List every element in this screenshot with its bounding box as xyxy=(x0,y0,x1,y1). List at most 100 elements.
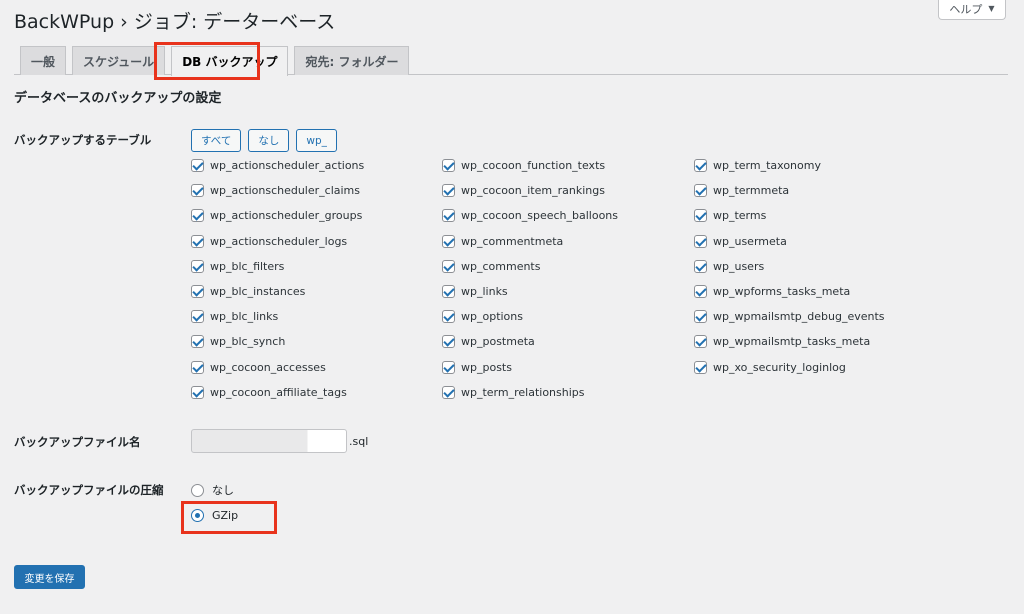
checkbox[interactable] xyxy=(694,159,707,173)
checkbox[interactable] xyxy=(191,285,204,299)
filename-row: .sql xyxy=(191,429,368,453)
table-checkbox-item[interactable]: wp_wpmailsmtp_debug_events xyxy=(694,304,951,329)
table-name-label: wp_blc_links xyxy=(210,310,279,324)
table-checkbox-item[interactable]: wp_commentmeta xyxy=(442,229,694,254)
tab-destination-folder[interactable]: 宛先: フォルダー xyxy=(294,46,410,75)
checkbox[interactable] xyxy=(442,285,455,299)
table-checkbox-item[interactable]: wp_posts xyxy=(442,355,694,380)
table-checkbox-item[interactable]: wp_cocoon_item_rankings xyxy=(442,178,694,203)
table-name-label: wp_term_relationships xyxy=(461,385,585,399)
checkbox[interactable] xyxy=(694,335,707,349)
table-checkbox-item[interactable]: wp_users xyxy=(694,254,951,279)
table-checkbox-item[interactable]: wp_cocoon_affiliate_tags xyxy=(191,380,442,405)
checkbox[interactable] xyxy=(191,335,204,349)
table-checkbox-item[interactable]: wp_termmeta xyxy=(694,178,951,203)
tab-general[interactable]: 一般 xyxy=(20,46,67,75)
table-checkbox-item[interactable]: wp_postmeta xyxy=(442,329,694,354)
table-name-label: wp_wpmailsmtp_debug_events xyxy=(713,310,885,324)
table-checkbox-item[interactable]: wp_actionscheduler_groups xyxy=(191,203,442,228)
table-checkbox-item[interactable]: wp_term_taxonomy xyxy=(694,153,951,178)
checkbox[interactable] xyxy=(694,209,707,223)
table-name-label: wp_wpforms_tasks_meta xyxy=(713,285,851,299)
table-checkbox-item[interactable]: wp_blc_synch xyxy=(191,329,442,354)
table-checkbox-item[interactable]: wp_blc_links xyxy=(191,304,442,329)
checkbox[interactable] xyxy=(191,209,204,223)
table-name-label: wp_actionscheduler_actions xyxy=(210,159,365,173)
tab-db-backup[interactable]: DB バックアップ xyxy=(171,46,289,76)
checkbox[interactable] xyxy=(442,209,455,223)
compression-option-none[interactable]: なし xyxy=(191,482,234,498)
table-name-label: wp_blc_synch xyxy=(210,335,286,349)
checkbox[interactable] xyxy=(694,259,707,273)
checkbox[interactable] xyxy=(694,360,707,374)
checkbox[interactable] xyxy=(191,234,204,248)
checkbox[interactable] xyxy=(442,184,455,198)
checkbox[interactable] xyxy=(442,159,455,173)
caret-down-icon: ▼ xyxy=(988,4,995,13)
table-checkbox-item[interactable]: wp_wpforms_tasks_meta xyxy=(694,279,951,304)
compression-label: バックアップファイルの圧縮 xyxy=(14,483,164,497)
table-name-label: wp_cocoon_speech_balloons xyxy=(461,209,619,223)
select-wp-prefix-button[interactable]: wp_ xyxy=(296,129,337,152)
table-checkbox-item[interactable]: wp_wpmailsmtp_tasks_meta xyxy=(694,329,951,354)
table-name-label: wp_term_taxonomy xyxy=(713,159,821,173)
checkbox[interactable] xyxy=(191,310,204,324)
checkbox[interactable] xyxy=(694,184,707,198)
table-checkbox-item[interactable]: wp_cocoon_speech_balloons xyxy=(442,203,694,228)
checkbox[interactable] xyxy=(442,259,455,273)
select-all-button[interactable]: すべて xyxy=(191,129,242,152)
table-checkbox-item[interactable]: wp_term_relationships xyxy=(442,380,694,405)
table-name-label: wp_commentmeta xyxy=(461,234,564,248)
table-name-label: wp_xo_security_loginlog xyxy=(713,360,846,374)
tab-bar: 一般 スケジュール DB バックアップ 宛先: フォルダー xyxy=(14,46,1008,76)
table-name-label: wp_cocoon_item_rankings xyxy=(461,184,605,198)
table-name-label: wp_blc_filters xyxy=(210,259,285,273)
checkbox[interactable] xyxy=(191,259,204,273)
table-checkbox-item[interactable]: wp_usermeta xyxy=(694,229,951,254)
filename-input[interactable] xyxy=(191,429,347,453)
compression-option-gzip[interactable]: GZip xyxy=(191,509,238,522)
table-checkbox-item[interactable]: wp_blc_instances xyxy=(191,279,442,304)
checkbox[interactable] xyxy=(191,159,204,173)
table-checkbox-item[interactable]: wp_options xyxy=(442,304,694,329)
checkbox[interactable] xyxy=(442,360,455,374)
table-checkbox-item[interactable]: wp_links xyxy=(442,279,694,304)
radio-none-label: なし xyxy=(212,484,234,497)
checkbox[interactable] xyxy=(442,385,455,399)
radio-none[interactable] xyxy=(191,483,204,497)
table-checkbox-item[interactable]: wp_actionscheduler_claims xyxy=(191,178,442,203)
table-name-label: wp_cocoon_function_texts xyxy=(461,159,606,173)
table-name-label: wp_termmeta xyxy=(713,184,790,198)
table-checkbox-item[interactable]: wp_actionscheduler_actions xyxy=(191,153,442,178)
select-none-button[interactable]: なし xyxy=(248,129,290,152)
table-checkbox-item[interactable]: wp_terms xyxy=(694,203,951,228)
table-name-label: wp_terms xyxy=(713,209,767,223)
table-name-label: wp_actionscheduler_groups xyxy=(210,209,363,223)
checkbox[interactable] xyxy=(694,234,707,248)
checkbox[interactable] xyxy=(442,310,455,324)
table-name-label: wp_actionscheduler_logs xyxy=(210,234,348,248)
checkbox[interactable] xyxy=(442,234,455,248)
radio-gzip[interactable] xyxy=(191,509,204,522)
table-name-label: wp_actionscheduler_claims xyxy=(210,184,361,198)
tab-schedule[interactable]: スケジュール xyxy=(72,46,166,75)
save-button[interactable]: 変更を保存 xyxy=(14,565,85,589)
section-title: データベースのバックアップの設定 xyxy=(14,91,222,106)
help-button[interactable]: ヘルプ ▼ xyxy=(938,0,1006,20)
checkbox[interactable] xyxy=(191,360,204,374)
checkbox[interactable] xyxy=(694,285,707,299)
table-checkbox-item[interactable]: wp_actionscheduler_logs xyxy=(191,229,442,254)
table-checkbox-item[interactable]: wp_xo_security_loginlog xyxy=(694,355,951,380)
checkbox[interactable] xyxy=(694,310,707,324)
checkbox[interactable] xyxy=(191,385,204,399)
checkbox[interactable] xyxy=(191,184,204,198)
table-checkbox-item[interactable]: wp_cocoon_accesses xyxy=(191,355,442,380)
table-name-label: wp_wpmailsmtp_tasks_meta xyxy=(713,335,871,349)
radio-gzip-label: GZip xyxy=(212,509,239,522)
checkbox[interactable] xyxy=(442,335,455,349)
table-checkbox-item[interactable]: wp_comments xyxy=(442,254,694,279)
table-checkbox-item[interactable]: wp_cocoon_function_texts xyxy=(442,153,694,178)
table-checkbox-item[interactable]: wp_blc_filters xyxy=(191,254,442,279)
tables-label: バックアップするテーブル xyxy=(14,133,152,147)
table-name-label: wp_cocoon_accesses xyxy=(210,360,326,374)
